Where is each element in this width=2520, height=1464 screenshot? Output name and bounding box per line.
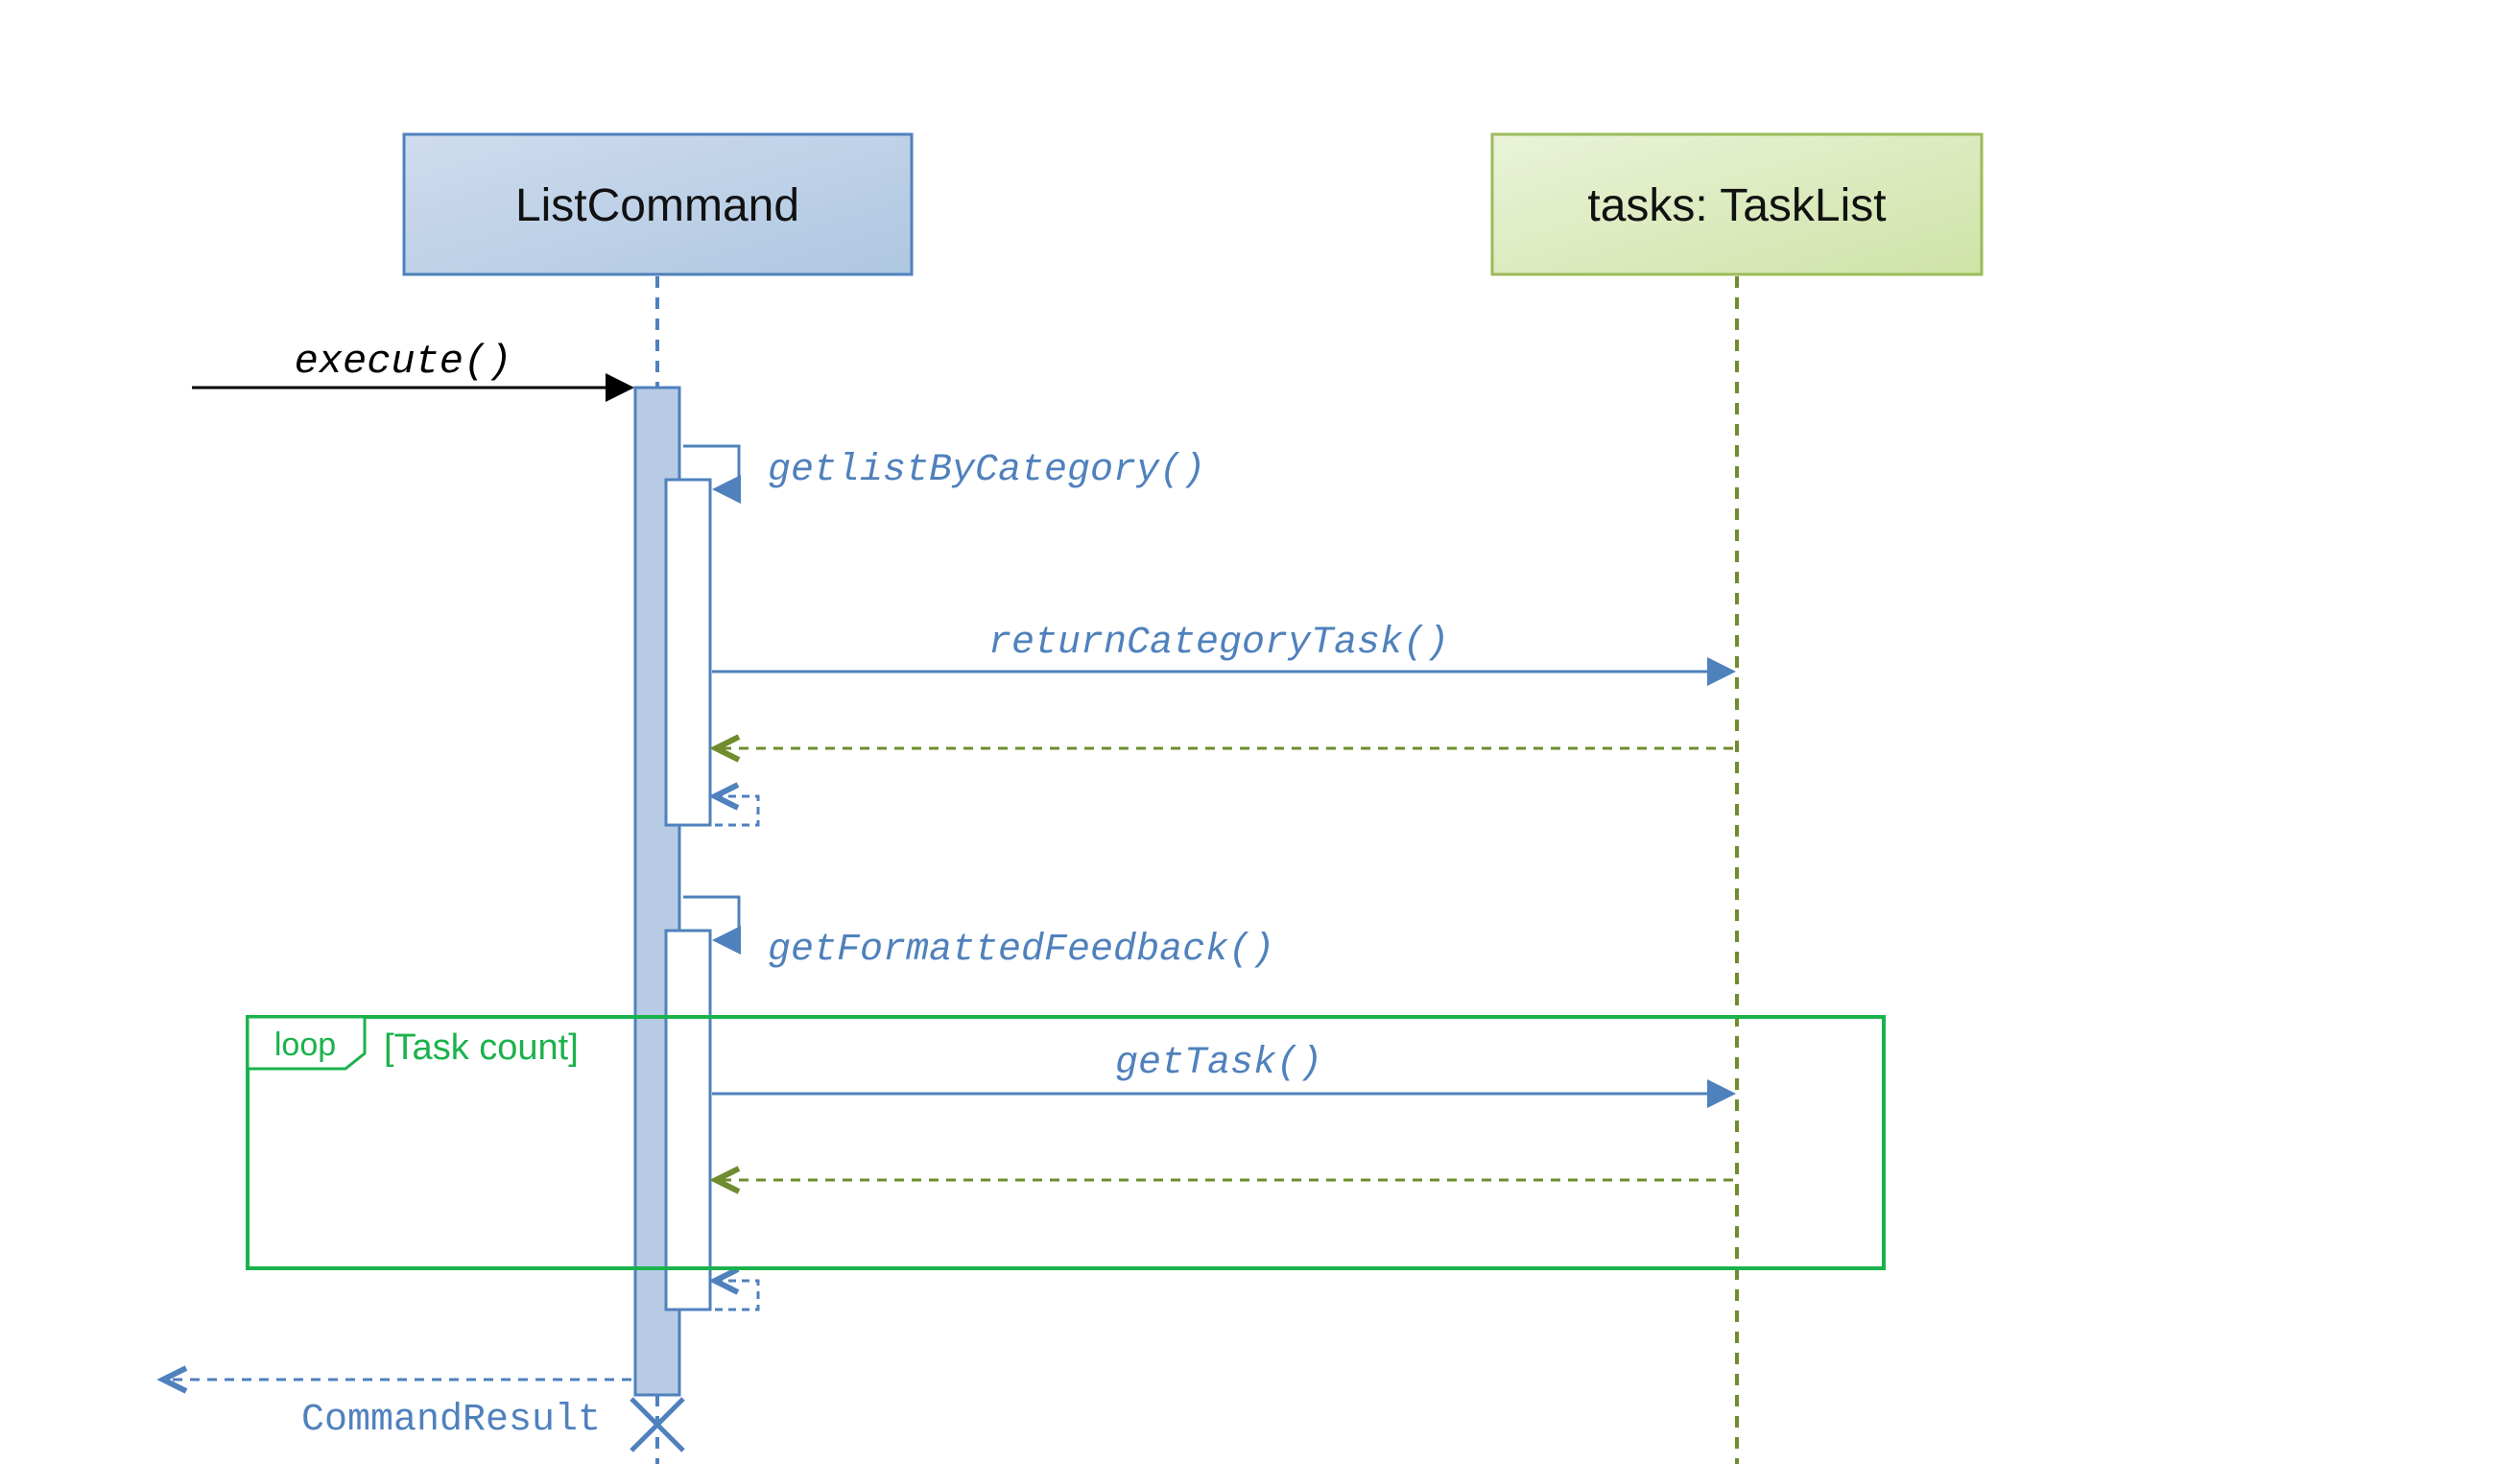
participant-tasklist: tasks: TaskList	[1492, 134, 1982, 274]
activation-getlistbycategory	[666, 480, 710, 825]
fragment-loop-operator: loop	[274, 1027, 336, 1063]
message-getformattedfeedback: getFormattedFeedback()	[666, 897, 1274, 1310]
activation-getformattedfeedback	[666, 931, 710, 1310]
return-commandresult-label: CommandResult	[301, 1399, 601, 1442]
participant-tasklist-label: tasks: TaskList	[1587, 180, 1886, 231]
message-getformattedfeedback-label: getFormattedFeedback()	[768, 929, 1274, 972]
fragment-loop: loop [Task count]	[248, 1017, 1884, 1268]
message-gettask-label: getTask()	[1115, 1042, 1322, 1085]
participant-listcommand-label: ListCommand	[515, 180, 799, 231]
message-execute: execute()	[192, 339, 631, 388]
sequence-diagram: ListCommand tasks: TaskList execute() ge…	[0, 0, 2520, 1464]
message-returncategorytask-label: returnCategoryTask()	[988, 622, 1449, 665]
fragment-loop-guard: [Task count]	[384, 1027, 579, 1068]
message-returncategorytask: returnCategoryTask()	[712, 622, 1733, 748]
message-getlistbycategory-label: getlistByCategory()	[768, 449, 1205, 492]
participant-listcommand: ListCommand	[404, 134, 912, 274]
return-commandresult: CommandResult	[163, 1380, 631, 1442]
message-gettask: getTask()	[712, 1042, 1733, 1180]
message-execute-label: execute()	[295, 339, 512, 385]
